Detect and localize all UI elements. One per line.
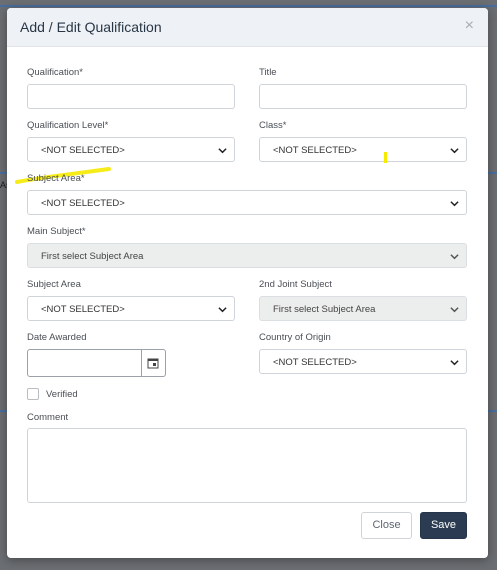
subject-area-secondary-value: <NOT SELECTED> — [41, 304, 125, 315]
joint-subject-select: First select Subject Area — [259, 296, 467, 321]
joint-subject-label: 2nd Joint Subject — [259, 279, 332, 290]
chevron-down-icon — [218, 148, 227, 154]
verified-checkbox[interactable] — [27, 388, 39, 400]
chevron-down-icon — [450, 254, 459, 260]
main-subject-select: First select Subject Area — [27, 243, 467, 268]
country-select[interactable]: <NOT SELECTED> — [259, 349, 467, 374]
verified-label: Verified — [46, 389, 78, 400]
modal-title: Add / Edit Qualification — [20, 19, 162, 35]
close-icon[interactable]: × — [465, 18, 474, 34]
comment-textarea[interactable] — [27, 428, 467, 503]
chevron-down-icon — [450, 148, 459, 154]
qualification-modal: Add / Edit Qualification × Qualification… — [7, 8, 488, 558]
save-button[interactable]: Save — [420, 512, 467, 539]
qualification-input[interactable] — [27, 84, 235, 109]
qualification-level-select[interactable]: <NOT SELECTED> — [27, 137, 235, 162]
subject-area-value: <NOT SELECTED> — [41, 198, 125, 209]
calendar-icon — [147, 358, 159, 369]
chevron-down-icon — [450, 360, 459, 366]
qualification-label: Qualification* — [27, 67, 83, 78]
background-divider — [0, 5, 497, 7]
modal-header: Add / Edit Qualification × — [7, 8, 488, 47]
close-button[interactable]: Close — [361, 512, 412, 539]
chevron-down-icon — [218, 307, 227, 313]
subject-area-select[interactable]: <NOT SELECTED> — [27, 190, 467, 215]
class-select[interactable]: <NOT SELECTED> — [259, 137, 467, 162]
main-subject-value: First select Subject Area — [41, 251, 144, 262]
comment-label: Comment — [27, 412, 69, 423]
country-label: Country of Origin — [259, 332, 331, 343]
class-label: Class* — [259, 120, 287, 131]
chevron-down-icon — [450, 201, 459, 207]
date-awarded-input[interactable] — [27, 349, 142, 377]
chevron-down-icon — [450, 307, 459, 313]
title-input[interactable] — [259, 84, 467, 109]
main-subject-label: Main Subject* — [27, 226, 86, 237]
qualification-level-value: <NOT SELECTED> — [41, 145, 125, 156]
joint-subject-value: First select Subject Area — [273, 304, 376, 315]
subject-area-label: Subject Area* — [27, 173, 85, 184]
highlight-mark — [384, 152, 387, 163]
country-value: <NOT SELECTED> — [273, 357, 357, 368]
calendar-button[interactable] — [142, 349, 166, 377]
date-awarded-label: Date Awarded — [27, 332, 87, 343]
subject-area-secondary-select[interactable]: <NOT SELECTED> — [27, 296, 235, 321]
qualification-level-label: Qualification Level* — [27, 120, 109, 131]
title-label: Title — [259, 67, 277, 78]
class-value: <NOT SELECTED> — [273, 145, 357, 156]
subject-area-secondary-label: Subject Area — [27, 279, 81, 290]
